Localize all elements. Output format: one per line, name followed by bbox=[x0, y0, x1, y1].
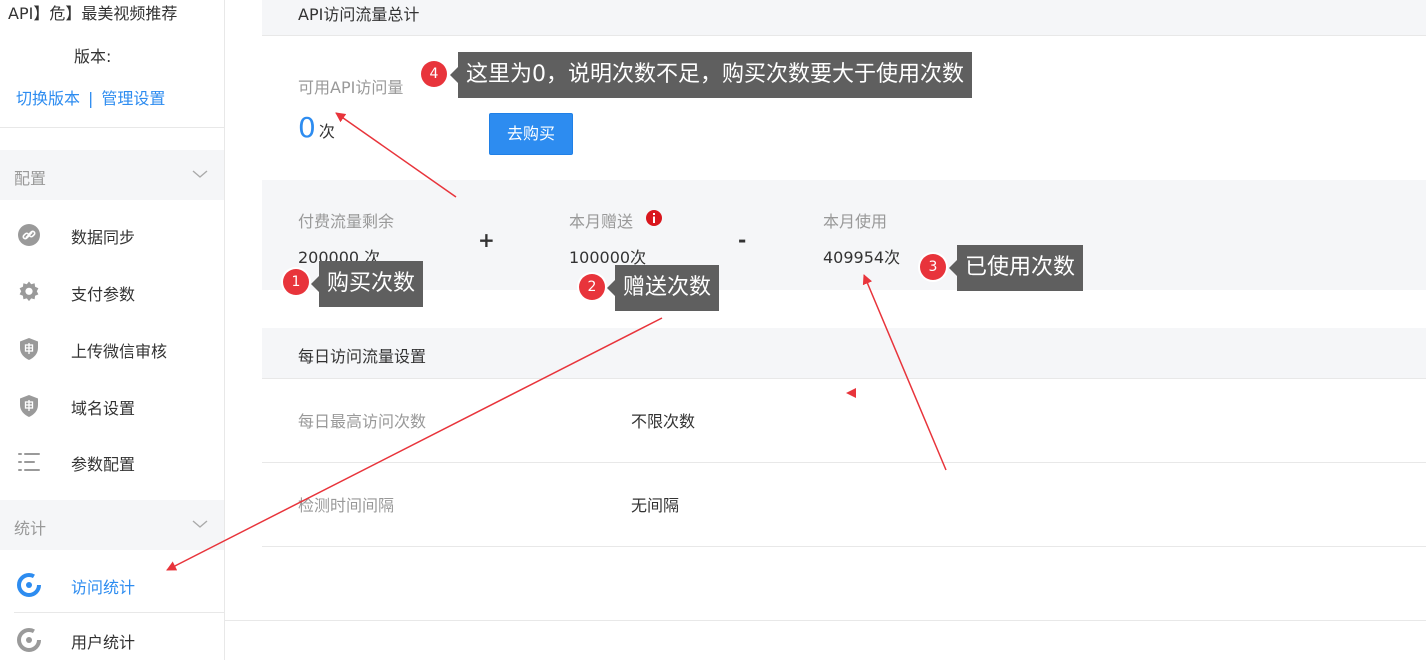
version-label: 版本: bbox=[74, 47, 112, 66]
sidebar-item-label: 上传微信审核 bbox=[71, 342, 168, 361]
plus-operator: + bbox=[478, 228, 495, 252]
sidebar-item-label: 域名设置 bbox=[71, 399, 136, 418]
sidebar-divider bbox=[14, 612, 224, 613]
section-header-daily: 每日访问流量设置 bbox=[262, 328, 1426, 379]
annotation-badge-3: 3 bbox=[920, 254, 946, 280]
sidebar-item-label: 数据同步 bbox=[71, 228, 136, 247]
annotation-bubble-1: 购买次数 bbox=[310, 261, 424, 307]
settings-value: 无间隔 bbox=[631, 496, 680, 515]
pie-chart-icon bbox=[17, 573, 41, 597]
group-header-config[interactable]: 配置 bbox=[0, 150, 224, 200]
app-title: API】危】最美视频推荐 bbox=[8, 4, 178, 23]
group-label: 配置 bbox=[14, 169, 47, 188]
sidebar-item-user-stats[interactable]: 用户统计 bbox=[0, 616, 224, 664]
annotation-badge-4: 4 bbox=[421, 61, 447, 87]
sidebar-item-wechat-review[interactable]: 上传微信审核 bbox=[0, 325, 224, 373]
section-header-api-total: API访问流量总计 bbox=[262, 0, 1426, 36]
sidebar-item-label: 支付参数 bbox=[71, 285, 136, 304]
link-separator: | bbox=[88, 89, 94, 108]
buy-button[interactable]: 去购买 bbox=[489, 113, 573, 155]
section-title: API访问流量总计 bbox=[298, 5, 420, 24]
shield-icon bbox=[20, 338, 38, 360]
settings-key: 每日最高访问次数 bbox=[298, 412, 427, 431]
sidebar-item-payment[interactable]: 支付参数 bbox=[0, 268, 224, 316]
sidebar-divider bbox=[0, 127, 224, 128]
monthly-gift-label: 本月赠送 bbox=[569, 212, 634, 231]
sidebar-item-label: 用户统计 bbox=[71, 633, 136, 652]
sidebar-item-domain[interactable]: 域名设置 bbox=[0, 382, 224, 430]
info-icon[interactable] bbox=[646, 210, 662, 226]
version-links: 切换版本 | 管理设置 bbox=[16, 85, 165, 109]
monthly-used-label: 本月使用 bbox=[823, 212, 888, 231]
main-content: API访问流量总计 可用API访问量 0次 去购买 付费流量剩余 200000 … bbox=[224, 0, 1426, 660]
content-divider bbox=[224, 620, 1426, 621]
settings-row: 检测时间间隔 无间隔 bbox=[262, 462, 1426, 547]
list-settings-icon bbox=[18, 453, 40, 471]
annotation-bubble-3: 已使用次数 bbox=[948, 245, 1084, 291]
pie-chart-icon bbox=[17, 628, 41, 652]
minus-operator: - bbox=[738, 228, 747, 252]
switch-version-link[interactable]: 切换版本 bbox=[16, 89, 80, 108]
available-value: 0次 bbox=[298, 111, 335, 144]
available-unit: 次 bbox=[318, 122, 335, 141]
available-number: 0 bbox=[298, 111, 316, 144]
annotation-badge-1: 1 bbox=[283, 269, 309, 295]
annotation-bubble-4: 这里为0，说明次数不足，购买次数要大于使用次数 bbox=[450, 52, 972, 98]
annotation-bubble-2: 赠送次数 bbox=[606, 265, 720, 311]
section-title: 每日访问流量设置 bbox=[298, 347, 427, 366]
sidebar-item-access-stats[interactable]: 访问统计 bbox=[0, 561, 224, 609]
sidebar: API】危】最美视频推荐 版本: 切换版本 | 管理设置 配置 数据同步 支付参数 … bbox=[0, 0, 225, 660]
annotation-badge-2: 2 bbox=[579, 274, 605, 300]
gear-icon bbox=[19, 281, 39, 302]
manage-settings-link[interactable]: 管理设置 bbox=[101, 89, 165, 108]
paid-remaining-label: 付费流量剩余 bbox=[298, 212, 395, 231]
settings-row: 每日最高访问次数 不限次数 bbox=[262, 378, 1426, 463]
chevron-down-icon bbox=[192, 520, 208, 528]
available-label: 可用API访问量 bbox=[298, 78, 404, 97]
group-label: 统计 bbox=[14, 519, 47, 538]
shield-icon bbox=[20, 395, 38, 417]
chevron-down-icon bbox=[192, 170, 208, 178]
link-icon bbox=[18, 224, 40, 246]
sidebar-item-label: 访问统计 bbox=[71, 578, 136, 597]
sidebar-item-data-sync[interactable]: 数据同步 bbox=[0, 211, 224, 259]
sidebar-item-params[interactable]: 参数配置 bbox=[0, 438, 224, 486]
sidebar-item-label: 参数配置 bbox=[71, 455, 136, 474]
monthly-used-value: 409954次 bbox=[823, 248, 901, 267]
settings-key: 检测时间间隔 bbox=[298, 496, 395, 515]
stats-band bbox=[262, 180, 1426, 290]
settings-value: 不限次数 bbox=[631, 412, 696, 431]
group-header-stats[interactable]: 统计 bbox=[0, 500, 224, 550]
